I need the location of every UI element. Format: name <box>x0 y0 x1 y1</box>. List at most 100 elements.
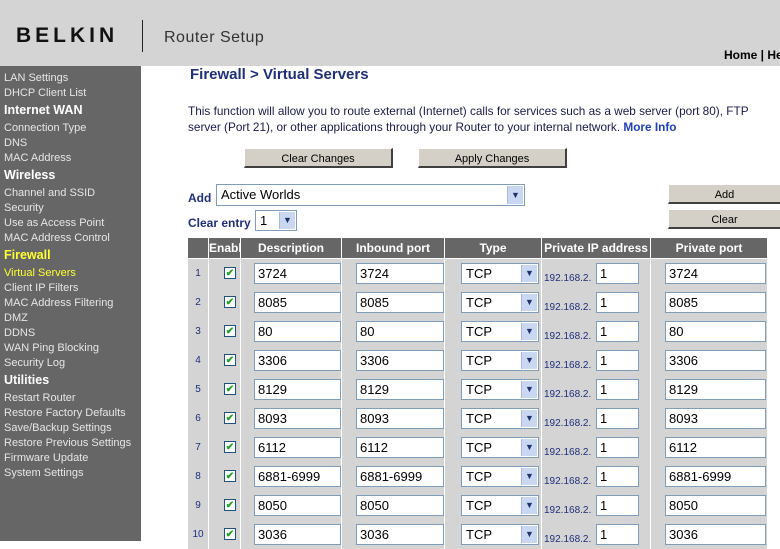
sidebar-item-channel-and-ssid[interactable]: Channel and SSID <box>4 187 95 199</box>
inbound-port-input[interactable]: 3306 <box>356 350 444 371</box>
enable-checkbox[interactable]: ✔ <box>224 412 236 424</box>
type-select[interactable]: TCP ▼ <box>461 437 539 458</box>
private-ip-last-octet-input[interactable]: 1 <box>596 437 639 458</box>
sidebar-item-security-log[interactable]: Security Log <box>4 357 65 369</box>
private-ip-last-octet-input[interactable]: 1 <box>596 379 639 400</box>
description-input[interactable]: 3306 <box>254 350 341 371</box>
private-port-input[interactable]: 8129 <box>665 379 766 400</box>
type-select[interactable]: TCP ▼ <box>461 524 539 545</box>
enable-checkbox[interactable]: ✔ <box>224 470 236 482</box>
inbound-port-input[interactable]: 3036 <box>356 524 444 545</box>
enable-checkbox[interactable]: ✔ <box>224 325 236 337</box>
type-cell: TCP ▼ <box>445 491 541 520</box>
inbound-port-input[interactable]: 6112 <box>356 437 444 458</box>
enable-checkbox[interactable]: ✔ <box>224 296 236 308</box>
type-select[interactable]: TCP ▼ <box>461 495 539 516</box>
description-input[interactable]: 3036 <box>254 524 341 545</box>
type-select[interactable]: TCP ▼ <box>461 321 539 342</box>
clear-changes-button[interactable]: Clear Changes <box>244 148 393 168</box>
sidebar-item-system-settings[interactable]: System Settings <box>4 467 83 479</box>
enable-checkbox[interactable]: ✔ <box>224 267 236 279</box>
private-ip-last-octet-input[interactable]: 1 <box>596 263 639 284</box>
private-ip-last-octet-input[interactable]: 1 <box>596 350 639 371</box>
private-ip-last-octet-input[interactable]: 1 <box>596 495 639 516</box>
sidebar-item-virtual-servers[interactable]: Virtual Servers <box>4 267 76 279</box>
private-port-input[interactable]: 8050 <box>665 495 766 516</box>
sidebar-item-dmz[interactable]: DMZ <box>4 312 28 324</box>
private-port-input[interactable]: 80 <box>665 321 766 342</box>
enable-checkbox[interactable]: ✔ <box>224 383 236 395</box>
sidebar-item-ddns[interactable]: DDNS <box>4 327 35 339</box>
sidebar-item-restore-previous-settings[interactable]: Restore Previous Settings <box>4 437 131 449</box>
sidebar-item-security[interactable]: Security <box>4 202 44 214</box>
description-input[interactable]: 3724 <box>254 263 341 284</box>
sidebar-item-restart-router[interactable]: Restart Router <box>4 392 76 404</box>
enable-checkbox[interactable]: ✔ <box>224 499 236 511</box>
chevron-down-icon: ▼ <box>279 212 295 229</box>
private-port-input[interactable]: 3306 <box>665 350 766 371</box>
private-port-input[interactable]: 6881-6999 <box>665 466 766 487</box>
sidebar-item-client-ip-filters[interactable]: Client IP Filters <box>4 282 78 294</box>
clear-entry-select[interactable]: 1 ▼ <box>255 210 297 231</box>
type-select[interactable]: TCP ▼ <box>461 408 539 429</box>
more-info-link[interactable]: More Info <box>623 120 676 134</box>
type-cell: TCP ▼ <box>445 375 541 404</box>
brand-logo: BELKIN <box>16 24 119 47</box>
type-select[interactable]: TCP ▼ <box>461 350 539 371</box>
enable-checkbox[interactable]: ✔ <box>224 441 236 453</box>
private-port-input[interactable]: 3036 <box>665 524 766 545</box>
sidebar-item-lan-settings[interactable]: LAN Settings <box>4 72 68 84</box>
sidebar-item-restore-factory-defaults[interactable]: Restore Factory Defaults <box>4 407 126 419</box>
private-ip-last-octet-input[interactable]: 1 <box>596 524 639 545</box>
private-ip-last-octet-input[interactable]: 1 <box>596 292 639 313</box>
private-ip-last-octet-input[interactable]: 1 <box>596 321 639 342</box>
inbound-port-input[interactable]: 8085 <box>356 292 444 313</box>
apply-changes-button[interactable]: Apply Changes <box>418 148 567 168</box>
sidebar-item-save-backup-settings[interactable]: Save/Backup Settings <box>4 422 112 434</box>
enable-checkbox[interactable]: ✔ <box>224 354 236 366</box>
home-link[interactable]: Home <box>724 48 757 62</box>
description-input[interactable]: 80 <box>254 321 341 342</box>
inbound-port-input[interactable]: 6881-6999 <box>356 466 444 487</box>
sidebar-item-dns[interactable]: DNS <box>4 137 27 149</box>
inbound-port-input[interactable]: 3724 <box>356 263 444 284</box>
description-input[interactable]: 6881-6999 <box>254 466 341 487</box>
private-port-input[interactable]: 6112 <box>665 437 766 458</box>
sidebar-item-connection-type[interactable]: Connection Type <box>4 122 86 134</box>
private-port-input[interactable]: 3724 <box>665 263 766 284</box>
private-ip-last-octet-input[interactable]: 1 <box>596 408 639 429</box>
description-input[interactable]: 8085 <box>254 292 341 313</box>
inbound-port-input[interactable]: 8050 <box>356 495 444 516</box>
sidebar-item-wan-ping-blocking[interactable]: WAN Ping Blocking <box>4 342 99 354</box>
sidebar-item-use-as-access-point[interactable]: Use as Access Point <box>4 217 104 229</box>
type-select[interactable]: TCP ▼ <box>461 292 539 313</box>
help-link[interactable]: He <box>767 48 780 62</box>
inbound-port-input[interactable]: 8093 <box>356 408 444 429</box>
top-links: Home | He <box>724 48 780 62</box>
table-row: 3 ✔ 80 80 TCP ▼ 192.168.2. 1 80 <box>188 317 780 346</box>
private-port-input[interactable]: 8093 <box>665 408 766 429</box>
clear-button[interactable]: Clear <box>668 209 780 229</box>
add-button[interactable]: Add <box>668 184 780 204</box>
sidebar-item-mac-address[interactable]: MAC Address <box>4 152 71 164</box>
sidebar-item-mac-address-filtering[interactable]: MAC Address Filtering <box>4 297 113 309</box>
description-input[interactable]: 8050 <box>254 495 341 516</box>
private-port-input[interactable]: 8085 <box>665 292 766 313</box>
row-number: 9 <box>195 500 201 511</box>
add-service-select[interactable]: Active Worlds ▼ <box>216 184 525 206</box>
private-port-cell: 6881-6999 <box>651 462 767 491</box>
type-select[interactable]: TCP ▼ <box>461 379 539 400</box>
description-input[interactable]: 6112 <box>254 437 341 458</box>
inbound-port-input[interactable]: 8129 <box>356 379 444 400</box>
sidebar-item-dhcp-client-list[interactable]: DHCP Client List <box>4 87 86 99</box>
sidebar-item-mac-address-control[interactable]: MAC Address Control <box>4 232 110 244</box>
enable-checkbox[interactable]: ✔ <box>224 528 236 540</box>
description-input[interactable]: 8093 <box>254 408 341 429</box>
enable-cell: ✔ <box>209 462 240 491</box>
type-select[interactable]: TCP ▼ <box>461 263 539 284</box>
inbound-port-input[interactable]: 80 <box>356 321 444 342</box>
description-input[interactable]: 8129 <box>254 379 341 400</box>
private-ip-last-octet-input[interactable]: 1 <box>596 466 639 487</box>
type-select[interactable]: TCP ▼ <box>461 466 539 487</box>
sidebar-item-firmware-update[interactable]: Firmware Update <box>4 452 88 464</box>
